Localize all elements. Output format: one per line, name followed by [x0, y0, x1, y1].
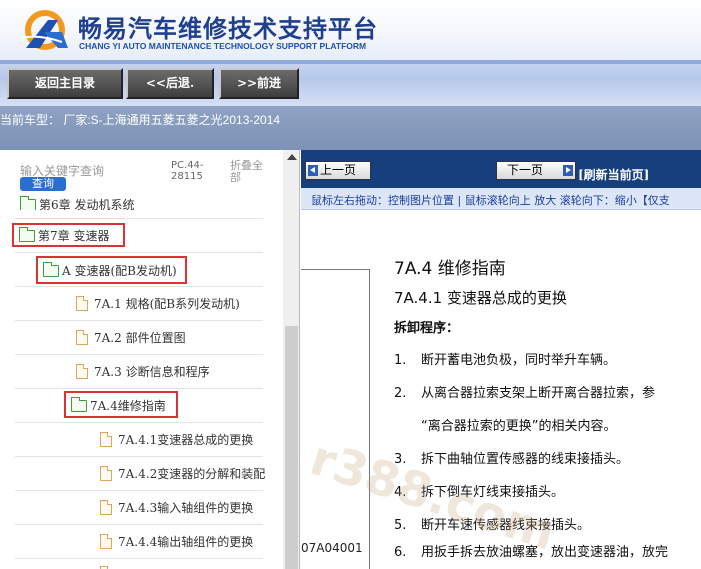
figure-frame — [301, 269, 370, 569]
divider — [15, 320, 263, 321]
document-icon — [100, 466, 112, 481]
document-icon — [100, 432, 112, 447]
brand-title: 畅易汽车维修技术支持平台 — [78, 15, 378, 43]
tree-item-7a43[interactable]: 7A.4.3输入轴组件的更换 — [100, 497, 253, 517]
tree-item-7a44[interactable]: 7A.4.4输出轴组件的更换 — [100, 531, 253, 551]
step-text: 从离合器拉索支架上断开离合器拉索，参 — [421, 386, 656, 401]
tree-item-partial[interactable]: 第6章 发动机系统 — [20, 194, 134, 210]
step-text: 断开蓄电池负极，同时举升车辆。 — [421, 353, 617, 368]
tree-item-7a41[interactable]: 7A.4.1变速器总成的更换 — [100, 429, 253, 449]
tree-item-7a42[interactable]: 7A.4.2变速器的分解和装配 — [100, 463, 265, 483]
doc-heading-3: 拆卸程序： — [394, 321, 460, 336]
hint-text: 鼠标左右拖动：控制图片位置 | 鼠标滚轮向上 放大 滚轮向下：缩小【仅支 — [311, 194, 670, 207]
doc-heading-2: 7A.4.1 变速器总成的更换 — [394, 289, 567, 307]
divider — [15, 422, 263, 423]
scroll-thumb[interactable] — [285, 326, 298, 569]
highlight-box — [36, 256, 187, 284]
divider — [15, 354, 263, 355]
doc-heading-1: 7A.4 维修指南 — [394, 259, 506, 279]
divider — [15, 490, 263, 491]
divider — [15, 252, 263, 253]
tree-item-7a2[interactable]: 7A.2 部件位置图 — [76, 327, 186, 347]
document-icon — [100, 534, 112, 549]
doc-step: “离合器拉索的更换”的相关内容。 — [394, 415, 616, 434]
doc-toolbar: 上一页 下一页 [刷新当前页] — [301, 150, 701, 188]
step-text: “离合器拉索的更换”的相关内容。 — [421, 419, 617, 434]
divider — [15, 286, 263, 287]
document-icon — [76, 296, 88, 311]
back-button[interactable]: <<后退. — [126, 68, 214, 99]
divider — [15, 218, 263, 219]
current-model-text: 当前车型： 厂家:S-上海通用五菱五菱之光2013-2014 — [0, 113, 281, 127]
tree-scrollbar[interactable] — [283, 150, 299, 569]
scroll-up-arrow-icon[interactable] — [287, 154, 297, 160]
refresh-page-link[interactable]: [刷新当前页] — [578, 166, 649, 183]
doc-step: 2. 从离合器拉索支架上断开离合器拉索，参 — [394, 382, 655, 401]
tree-item-partial-bottom[interactable] — [100, 563, 118, 569]
cy-logo-icon — [21, 10, 68, 50]
home-button[interactable]: 返回主目录 — [7, 68, 123, 99]
figure-code: 07A04001 — [301, 541, 363, 555]
next-page-label: 下一页 — [507, 163, 544, 177]
current-model-bar: 当前车型： 厂家:S-上海通用五菱五菱之光2013-2014 — [0, 106, 701, 150]
search-area: 输入关键字查询 查询 PC.44-28115 折叠全部 — [0, 150, 283, 196]
step-number: 6. — [394, 545, 407, 560]
search-button[interactable]: 查询 — [20, 177, 66, 191]
tree-item-7a3[interactable]: 7A.3 诊断信息和程序 — [76, 361, 210, 381]
forward-button[interactable]: >>前进 — [219, 68, 299, 99]
catalog-tree-panel: 输入关键字查询 查询 PC.44-28115 折叠全部 第6章 发动机系统 第7… — [0, 150, 300, 569]
catalog-code: PC.44-28115 — [171, 160, 204, 182]
divider — [15, 388, 263, 389]
arrow-right-icon — [563, 165, 573, 176]
divider — [15, 558, 263, 559]
prev-page-label: 上一页 — [320, 163, 357, 177]
document-icon — [76, 330, 88, 345]
folder-icon — [20, 195, 36, 210]
brand-subtitle: CHANG YI AUTO MAINTENANCE TECHNOLOGY SUP… — [79, 41, 367, 51]
tree-item-7a1[interactable]: 7A.1 规格(配B系列发动机) — [76, 293, 240, 313]
divider — [15, 524, 263, 525]
arrow-left-icon — [308, 165, 318, 176]
doc-step: 3. 拆下曲轴位置传感器的线束接插头。 — [394, 448, 629, 467]
step-text: 拆下曲轴位置传感器的线束接插头。 — [421, 452, 630, 467]
hint-bar: 鼠标左右拖动：控制图片位置 | 鼠标滚轮向上 放大 滚轮向下：缩小【仅支 — [301, 188, 701, 210]
step-number: 2. — [394, 386, 407, 401]
next-page-button[interactable]: 下一页 — [496, 161, 576, 180]
document-icon — [76, 364, 88, 379]
highlight-box — [64, 391, 178, 418]
nav-stripe — [0, 60, 701, 64]
highlight-box — [12, 223, 125, 247]
document-icon — [100, 500, 112, 515]
doc-step: 1. 断开蓄电池负极，同时举升车辆。 — [394, 349, 616, 368]
step-number: 1. — [394, 353, 407, 368]
collapse-all-link[interactable]: 折叠全部 — [230, 160, 270, 184]
prev-page-button[interactable]: 上一页 — [305, 161, 371, 180]
app-header: 畅易汽车维修技术支持平台 CHANG YI AUTO MAINTENANCE T… — [0, 0, 701, 60]
divider — [15, 456, 263, 457]
